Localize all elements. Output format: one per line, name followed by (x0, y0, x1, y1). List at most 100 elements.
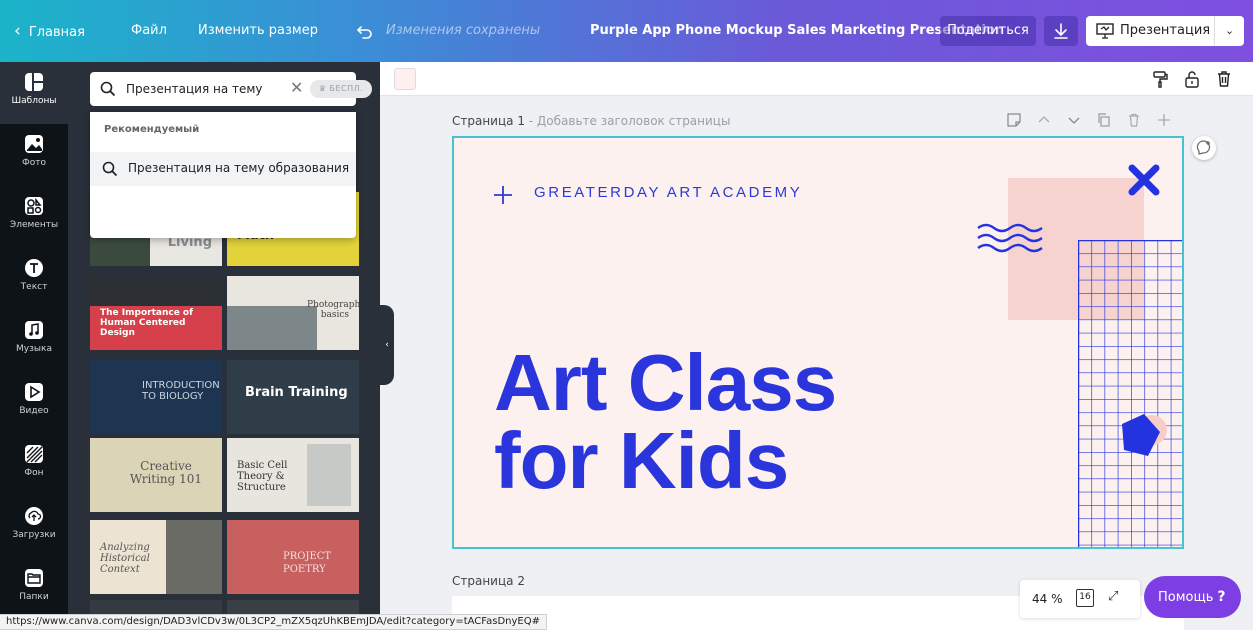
template-title: Photography basics (307, 300, 359, 320)
clear-icon[interactable]: ✕ (290, 78, 303, 97)
undo-icon (356, 26, 372, 39)
rail-item-templates[interactable]: Шаблоны (0, 62, 68, 124)
page-number-label: Страница 1 (452, 114, 525, 128)
academy-name[interactable]: GREATERDAY ART ACADEMY (534, 184, 802, 201)
grid-shape[interactable] (1078, 240, 1184, 549)
chevron-up-icon[interactable] (1036, 112, 1052, 128)
title-line-1: Art Class (494, 338, 837, 427)
template-image (307, 444, 351, 506)
page-1-title[interactable]: Страница 1 - Добавьте заголовок страницы (452, 114, 730, 128)
present-label: Презентация (1120, 23, 1211, 38)
templates-panel: Zero Waste Living 8th Grade Math The Imp… (68, 62, 380, 630)
template-thumb[interactable]: INTRODUCTION TO BIOLOGY (90, 360, 222, 434)
rail-item-music[interactable]: Музыка (0, 310, 68, 372)
rail-item-video[interactable]: Видео (0, 372, 68, 434)
template-image (90, 276, 222, 306)
search-input[interactable] (126, 79, 266, 99)
trash-icon[interactable] (1214, 69, 1234, 89)
undo-button[interactable] (356, 0, 374, 62)
help-label: Помощь (1158, 590, 1214, 605)
help-question-mark: ? (1217, 589, 1226, 605)
template-thumb[interactable]: Analyzing Historical Context (90, 520, 222, 594)
chevron-left-icon: ‹ (14, 21, 21, 41)
rail-item-background[interactable]: Фон (0, 434, 68, 496)
background-icon (25, 445, 43, 463)
folders-icon (25, 569, 43, 587)
duplicate-page-icon[interactable] (1096, 112, 1112, 128)
paint-roller-icon[interactable] (1150, 69, 1170, 89)
download-button[interactable] (1044, 16, 1078, 46)
wave-lines-shape[interactable] (976, 222, 1046, 256)
rail-item-photo[interactable]: Фото (0, 124, 68, 186)
suggestions-header: Рекомендуемый (104, 124, 200, 135)
present-options-button[interactable]: ⌄ (1214, 16, 1244, 46)
template-thumb[interactable]: The Importance of Human Centered Design (90, 276, 222, 350)
search-icon (102, 161, 118, 177)
pentagon-shape[interactable] (1114, 412, 1174, 462)
elements-icon (25, 197, 43, 215)
collapse-panel-button[interactable]: ‹ (380, 305, 394, 385)
template-title: PROJECT POETRY (283, 551, 332, 575)
file-menu[interactable]: Файл (131, 0, 167, 62)
template-thumb[interactable]: Basic Cell Theory & Structure (227, 438, 359, 512)
fullscreen-icon[interactable]: ⤢ (1108, 589, 1118, 604)
delete-page-icon[interactable] (1126, 112, 1142, 128)
page-count-button[interactable]: 16 (1076, 589, 1094, 607)
rail-label: Шаблоны (11, 96, 57, 106)
rail-label: Папки (19, 592, 49, 602)
present-button[interactable]: Презентация (1086, 16, 1214, 46)
template-image (227, 306, 317, 350)
rail-label: Фото (21, 158, 46, 168)
resize-button[interactable]: Изменить размер (198, 0, 318, 62)
chevron-down-icon[interactable] (1066, 112, 1082, 128)
help-button[interactable]: Помощь? (1144, 576, 1241, 618)
top-bar: ‹ Главная Файл Изменить размер Изменения … (0, 0, 1253, 62)
template-title: Analyzing Historical Context (100, 542, 150, 575)
add-comment-button[interactable] (1192, 136, 1216, 160)
template-thumb[interactable]: Photography basics (227, 276, 359, 350)
video-icon (25, 383, 43, 401)
template-image (166, 520, 222, 594)
template-thumb[interactable]: Brain Training (227, 360, 359, 434)
chevron-down-icon: ⌄ (1224, 24, 1235, 37)
template-title: Brain Training (245, 385, 348, 400)
home-link[interactable]: ‹ Главная (14, 0, 85, 62)
zoom-controls: 44 % 16 ⤢ (1020, 580, 1140, 618)
page-2-title[interactable]: Страница 2 (452, 574, 525, 588)
background-color-swatch[interactable] (394, 68, 416, 90)
search-suggestions: Рекомендуемый Презентация на тему образо… (90, 112, 356, 238)
note-icon[interactable] (1006, 112, 1022, 128)
template-title: Basic Cell Theory & Structure (237, 460, 288, 493)
lock-icon[interactable] (1182, 69, 1202, 89)
template-thumb[interactable]: Creative Writing 101 (90, 438, 222, 512)
x-shape-icon[interactable] (1128, 164, 1160, 196)
zoom-level[interactable]: 44 % (1032, 592, 1063, 606)
rail-label: Фон (24, 468, 44, 478)
editor-area: Страница 1 - Добавьте заголовок страницы… (380, 62, 1253, 630)
save-status: Изменения сохранены (386, 23, 541, 38)
slide-canvas[interactable]: GREATERDAY ART ACADEMY Art Class for Kid… (452, 136, 1184, 549)
photo-icon (25, 135, 43, 153)
free-badge[interactable]: ♛ БЕСПЛ. (310, 80, 372, 98)
share-button[interactable]: Поделиться (940, 16, 1036, 46)
slide-title[interactable]: Art Class for Kids (494, 338, 837, 505)
rail-item-uploads[interactable]: Загрузки (0, 496, 68, 558)
rail-label: Музыка (16, 344, 52, 354)
present-icon (1096, 23, 1114, 39)
plus-decoration-icon (494, 186, 512, 204)
rail-item-folders[interactable]: Папки (0, 558, 68, 620)
rail-item-text[interactable]: Текст (0, 248, 68, 310)
suggestion-label: Презентация на тему образования (128, 161, 350, 175)
template-title: The Importance of Human Centered Design (100, 308, 194, 338)
template-search: ✕ ♛ БЕСПЛ. (90, 72, 372, 106)
suggestion-item[interactable]: Презентация на тему образования (90, 152, 356, 186)
rail-label: Видео (19, 406, 49, 416)
add-page-icon[interactable] (1156, 112, 1172, 128)
comment-icon (1196, 140, 1211, 155)
rail-item-elements[interactable]: Элементы (0, 186, 68, 248)
title-line-2: for Kids (494, 416, 789, 505)
rail-label: Элементы (9, 220, 59, 230)
template-title: Creative Writing 101 (129, 459, 203, 486)
template-thumb[interactable]: PROJECT POETRY (227, 520, 359, 594)
status-bar-url: https://www.canva.com/design/DAD3vlCDv3w… (0, 614, 547, 630)
